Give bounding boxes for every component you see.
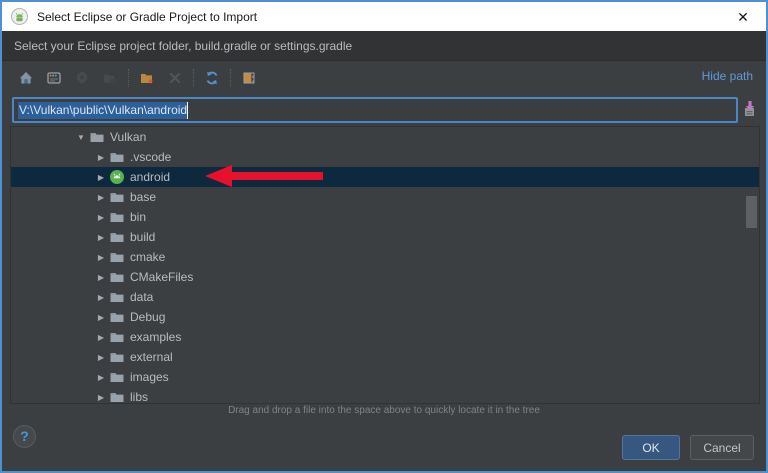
- chevron-icon[interactable]: ▶: [93, 393, 109, 402]
- chevron-icon[interactable]: ▶: [93, 193, 109, 202]
- help-button[interactable]: ?: [13, 425, 36, 448]
- tree-row[interactable]: ▶ libs: [11, 387, 759, 404]
- tree-item-label: android: [130, 170, 170, 184]
- tree-item-label: bin: [130, 210, 146, 224]
- chevron-icon[interactable]: ▶: [93, 273, 109, 282]
- path-input-selected-text: V:\Vulkan\public\Vulkan\android: [18, 102, 188, 119]
- folder-icon: [109, 329, 125, 345]
- chevron-icon[interactable]: ▶: [93, 173, 109, 182]
- tree: ▼ Vulkan ▶ .vscode ▶: [11, 127, 759, 404]
- folder-icon: [109, 209, 125, 225]
- help-icon: ?: [20, 428, 29, 444]
- new-folder-icon: [139, 70, 155, 86]
- tree-item-label: examples: [130, 330, 181, 344]
- tree-item-label: Debug: [130, 310, 165, 324]
- tree-item-label: cmake: [130, 250, 165, 264]
- chevron-icon[interactable]: ▶: [93, 153, 109, 162]
- dialog-footer: ? OK Cancel: [2, 418, 766, 471]
- file-tree: ▼ Vulkan ▶ .vscode ▶: [10, 126, 760, 404]
- chevron-icon[interactable]: ▼: [73, 133, 89, 142]
- delete-icon: [167, 70, 183, 86]
- chevron-icon[interactable]: ▶: [93, 233, 109, 242]
- folder-icon: [109, 389, 125, 404]
- tree-row[interactable]: ▶ base: [11, 187, 759, 207]
- tree-row[interactable]: ▶ build: [11, 227, 759, 247]
- chevron-icon[interactable]: ▶: [93, 213, 109, 222]
- close-icon[interactable]: ✕: [733, 7, 753, 27]
- folder-icon: [109, 229, 125, 245]
- folder-icon: [109, 309, 125, 325]
- toolbar-separator: [128, 69, 129, 87]
- tree-item-label: build: [130, 230, 155, 244]
- folder-icon: [109, 149, 125, 165]
- desktop-button[interactable]: [42, 67, 66, 89]
- folder-icon: [109, 249, 125, 265]
- tree-item-label: CMakeFiles: [130, 270, 193, 284]
- tree-row[interactable]: ▶ CMakeFiles: [11, 267, 759, 287]
- tree-row[interactable]: ▶ examples: [11, 327, 759, 347]
- chevron-icon[interactable]: ▶: [93, 253, 109, 262]
- tree-item-label: Vulkan: [110, 130, 146, 144]
- tree-row[interactable]: ▶ images: [11, 367, 759, 387]
- tree-row[interactable]: ▶ cmake: [11, 247, 759, 267]
- tree-item-label: .vscode: [130, 150, 171, 164]
- cancel-button[interactable]: Cancel: [690, 435, 754, 460]
- tree-row[interactable]: ▶ bin: [11, 207, 759, 227]
- folder-icon: [89, 129, 105, 145]
- tree-row[interactable]: ▼ Vulkan: [11, 127, 759, 147]
- chevron-icon[interactable]: ▶: [93, 313, 109, 322]
- refresh-button[interactable]: [200, 67, 224, 89]
- desktop-icon: [46, 70, 62, 86]
- delete-button[interactable]: [163, 67, 187, 89]
- hide-path-link[interactable]: Hide path: [702, 69, 753, 83]
- ok-button[interactable]: OK: [622, 435, 680, 460]
- folder-icon: [109, 369, 125, 385]
- show-hidden-files-button[interactable]: [237, 67, 261, 89]
- tree-item-label: base: [130, 190, 156, 204]
- tree-row[interactable]: ▶ data: [11, 287, 759, 307]
- tree-row[interactable]: ▶ android: [11, 167, 759, 187]
- chevron-icon[interactable]: ▶: [93, 373, 109, 382]
- paste-path-icon[interactable]: [740, 99, 760, 119]
- toolbar-separator: [193, 69, 194, 87]
- tree-item-label: data: [130, 290, 153, 304]
- folder-icon: [109, 189, 125, 205]
- module-directory-icon: [102, 70, 118, 86]
- tree-row[interactable]: ▶ Debug: [11, 307, 759, 327]
- vertical-scrollbar[interactable]: [746, 196, 757, 228]
- chevron-icon[interactable]: ▶: [93, 333, 109, 342]
- chevron-icon[interactable]: ▶: [93, 293, 109, 302]
- folder-icon: [109, 349, 125, 365]
- dialog-description: Select your Eclipse project folder, buil…: [2, 31, 766, 61]
- refresh-icon: [204, 70, 220, 86]
- new-folder-button[interactable]: [135, 67, 159, 89]
- path-input[interactable]: V:\Vulkan\public\Vulkan\android: [12, 97, 738, 123]
- home-button[interactable]: [14, 67, 38, 89]
- file-chooser-toolbar: Hide path: [2, 61, 766, 95]
- tree-item-label: libs: [130, 390, 148, 404]
- tree-row[interactable]: ▶ .vscode: [11, 147, 759, 167]
- folder-icon: [109, 269, 125, 285]
- project-directory-button[interactable]: [70, 67, 94, 89]
- project-directory-icon: [74, 70, 90, 86]
- chevron-icon[interactable]: ▶: [93, 353, 109, 362]
- tree-item-label: external: [130, 350, 173, 364]
- window-title: Select Eclipse or Gradle Project to Impo…: [37, 10, 257, 24]
- tree-item-label: images: [130, 370, 169, 384]
- toolbar-separator: [230, 69, 231, 87]
- folder-icon: [109, 289, 125, 305]
- android-studio-icon: [11, 8, 28, 25]
- show-hidden-files-icon: [241, 70, 257, 86]
- import-project-dialog: Select Eclipse or Gradle Project to Impo…: [0, 0, 768, 473]
- path-row: V:\Vulkan\public\Vulkan\android: [12, 97, 758, 123]
- android-project-icon: [109, 169, 125, 185]
- home-icon: [18, 70, 34, 86]
- module-directory-button[interactable]: [98, 67, 122, 89]
- title-bar: Select Eclipse or Gradle Project to Impo…: [2, 2, 766, 31]
- tree-row[interactable]: ▶ external: [11, 347, 759, 367]
